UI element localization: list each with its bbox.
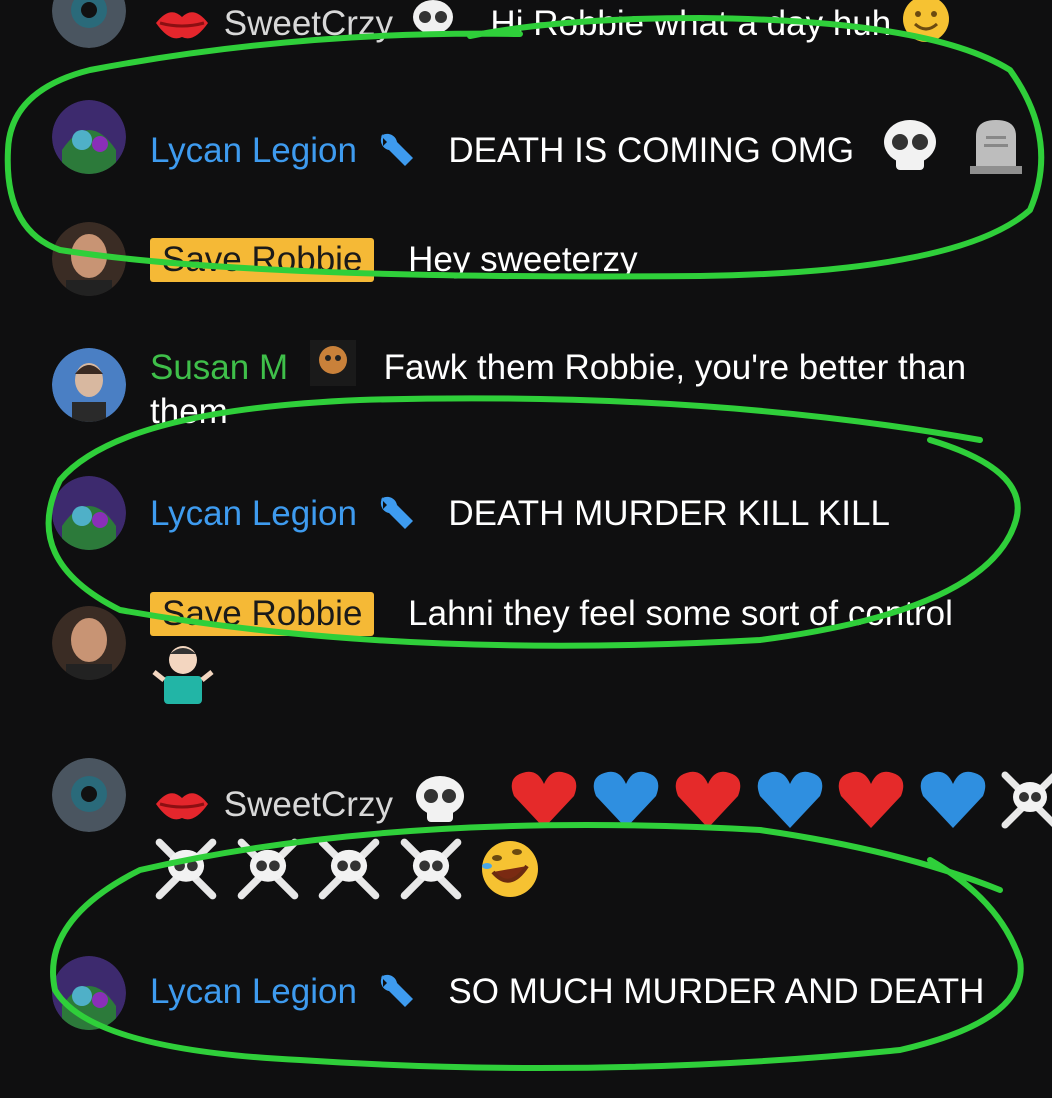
- chat-feed: SweetCrzy Hi Robbie what a day huh Lycan…: [0, 0, 1052, 1098]
- rofl-icon: [477, 836, 543, 915]
- message-text: Fawk them Robbie, you're better than: [383, 347, 967, 387]
- wrench-icon: [367, 491, 429, 540]
- highlight-badge[interactable]: Save Robbie: [150, 238, 375, 282]
- skull-icon: [409, 0, 457, 52]
- avatar[interactable]: [52, 956, 126, 1030]
- message-text: SO MUCH MURDER AND DEATH: [448, 972, 985, 1011]
- skull-crossbones-icon: [232, 836, 304, 915]
- red-heart-icon: [672, 768, 744, 845]
- message-text: Hey sweeterzy: [408, 240, 638, 279]
- smile-icon: [901, 0, 951, 57]
- chat-message: SweetCrzy: [0, 758, 1052, 918]
- avatar[interactable]: [52, 606, 126, 680]
- skull-icon: [411, 774, 469, 839]
- chat-message: Save Robbie Hey sweeterzy: [0, 222, 1052, 302]
- chat-message: SweetCrzy Hi Robbie what a day huh: [0, 0, 1052, 48]
- username[interactable]: Lycan Legion: [150, 972, 357, 1011]
- avatar[interactable]: [52, 222, 126, 296]
- blue-heart-icon: [917, 768, 989, 845]
- chat-message: Lycan Legion DEATH IS COMING OMG: [0, 100, 1052, 180]
- message-text: DEATH IS COMING OMG: [448, 130, 855, 170]
- chat-message: Susan M Fawk them Robbie, you're better …: [0, 340, 1052, 436]
- tombstone-icon: [966, 116, 1026, 189]
- red-heart-icon: [508, 768, 580, 845]
- username[interactable]: Lycan Legion: [150, 494, 357, 533]
- red-heart-icon: [835, 768, 907, 845]
- message-text: DEATH MURDER KILL KILL: [448, 494, 890, 533]
- chat-message: Save Robbie Lahni they feel some sort of…: [0, 592, 1052, 719]
- avatar[interactable]: [52, 100, 126, 174]
- chat-message: Lycan Legion SO MUCH MURDER AND DEATH: [0, 956, 1052, 1036]
- skull-icon: [878, 118, 942, 187]
- avatar[interactable]: [52, 476, 126, 550]
- chat-message: Lycan Legion DEATH MURDER KILL KILL: [0, 476, 1052, 556]
- lips-icon: [150, 783, 214, 831]
- highlight-badge[interactable]: Save Robbie: [150, 592, 375, 636]
- skull-crossbones-icon: [999, 769, 1052, 844]
- lips-icon: [150, 2, 214, 50]
- username[interactable]: SweetCrzy: [224, 781, 393, 829]
- avatar[interactable]: [52, 348, 126, 422]
- username[interactable]: Lycan Legion: [150, 131, 357, 170]
- shrug-icon: [150, 640, 216, 719]
- message-text: Lahni they feel some sort of control: [408, 594, 953, 633]
- wrench-icon: [367, 128, 429, 177]
- avatar[interactable]: [52, 758, 126, 832]
- wrench-icon: [367, 969, 429, 1018]
- avatar[interactable]: [52, 0, 126, 48]
- username[interactable]: SweetCrzy: [224, 4, 393, 43]
- skull-crossbones-icon: [150, 836, 222, 915]
- blue-heart-icon: [590, 768, 662, 845]
- skull-crossbones-icon: [313, 836, 385, 915]
- message-text: Hi Robbie what a day huh: [490, 3, 892, 43]
- skull-crossbones-icon: [395, 836, 467, 915]
- message-text-continued: them: [150, 392, 228, 431]
- username[interactable]: Susan M: [150, 348, 288, 387]
- blue-heart-icon: [754, 768, 826, 845]
